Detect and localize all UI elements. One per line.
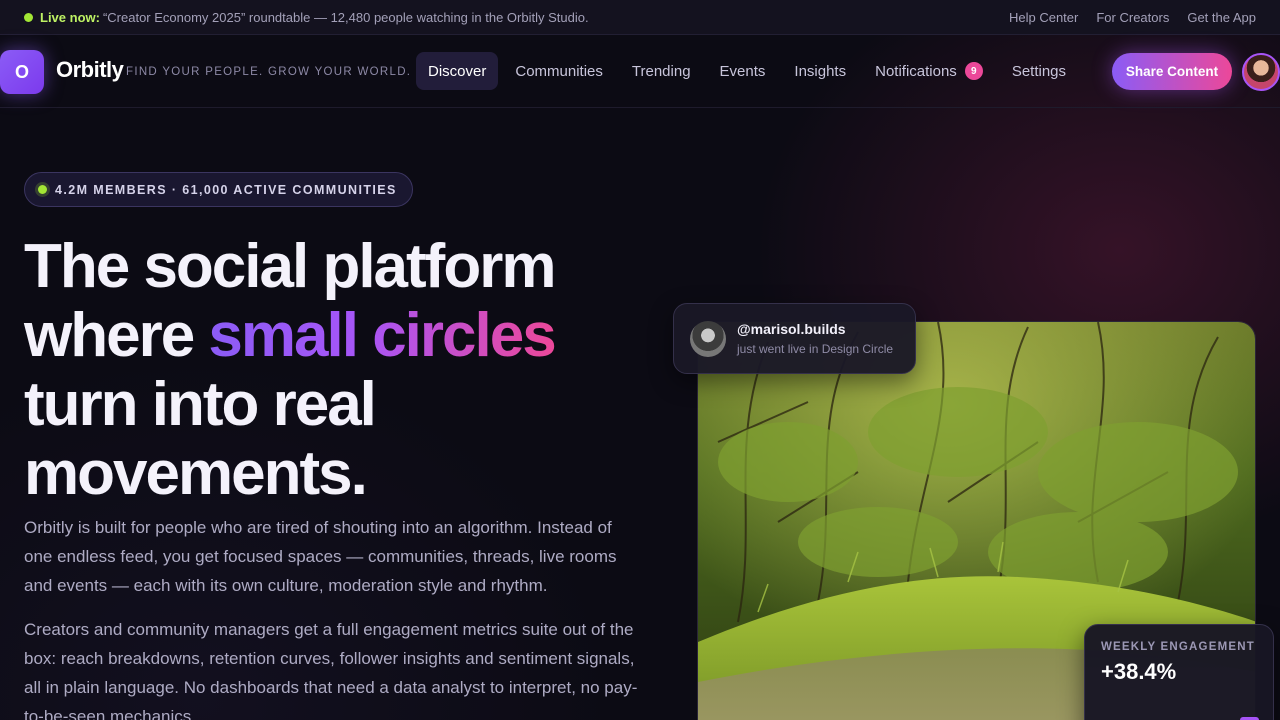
nav-item-events[interactable]: Events — [708, 52, 778, 90]
headline-line-3: turn into real — [24, 370, 377, 439]
brand-name[interactable]: Orbitly — [56, 57, 124, 83]
nav-item-label: Discover — [428, 62, 487, 80]
brand-tagline: FIND YOUR PEOPLE. GROW YOUR WORLD. — [126, 66, 412, 78]
hero-paragraph-1: Orbitly is built for people who are tire… — [24, 518, 617, 595]
nav-item-notifications[interactable]: Notifications 9 — [863, 52, 995, 90]
hero-paragraph-2: Creators and community managers get a fu… — [24, 620, 638, 720]
announcement-text: “Creator Economy 2025” roundtable — 12,4… — [102, 9, 589, 25]
for-creators-link[interactable]: For Creators — [1096, 10, 1169, 25]
headline-accent: small circles — [208, 301, 556, 370]
nav-item-settings[interactable]: Settings — [1000, 52, 1078, 90]
nav-item-label: Events — [719, 62, 766, 80]
announcement-message: Live now: “Creator Economy 2025” roundta… — [24, 10, 589, 25]
main-navigation: O Orbitly FIND YOUR PEOPLE. GROW YOUR WO… — [0, 35, 1280, 108]
stats-pill: 4.2M MEMBERS · 61,000 ACTIVE COMMUNITIES — [24, 172, 413, 207]
engagement-bar-chart — [1125, 713, 1261, 720]
nav-item-trending[interactable]: Trending — [620, 52, 703, 90]
nav-item-communities[interactable]: Communities — [503, 52, 615, 90]
live-label: Live now: — [40, 9, 100, 25]
streamer-avatar — [690, 320, 726, 357]
logo-icon[interactable]: O — [0, 50, 44, 94]
live-status-text: just went live in Design Circle — [737, 342, 894, 356]
nav-item-label: Insights — [794, 62, 847, 80]
hero-headline: The social platform where small circles … — [24, 232, 664, 508]
live-notification-card[interactable]: @marisol.builds just went live in Design… — [673, 303, 916, 374]
weekly-engagement-card: WEEKLY ENGAGEMENT +38.4% — [1084, 624, 1274, 720]
utility-links: Help Center For Creators Get the App — [1009, 10, 1256, 25]
live-card-text: @marisol.builds just went live in Design… — [737, 321, 893, 356]
help-center-link[interactable]: Help Center — [1009, 10, 1078, 25]
nav-item-label: Notifications — [875, 62, 957, 80]
nav-item-label: Settings — [1011, 62, 1067, 80]
get-the-app-link[interactable]: Get the App — [1187, 10, 1256, 25]
headline-line-2-pre: where — [24, 301, 209, 370]
nav-item-label: Communities — [515, 62, 603, 80]
streamer-handle: @marisol.builds — [737, 321, 846, 337]
announcement-bar: Live now: “Creator Economy 2025” roundta… — [0, 0, 1280, 35]
live-indicator-dot — [24, 12, 33, 22]
engagement-value: +38.4% — [1101, 659, 1177, 684]
user-avatar[interactable] — [1242, 53, 1280, 91]
status-dot-icon — [38, 185, 47, 194]
nav-links: Discover Communities Trending Events Ins… — [416, 52, 1083, 90]
nav-item-label: Trending — [631, 62, 691, 80]
headline-line-1: The social platform — [24, 232, 556, 301]
nav-item-discover[interactable]: Discover — [416, 52, 499, 90]
notification-count-badge: 9 — [964, 62, 983, 80]
engagement-label: WEEKLY ENGAGEMENT — [1101, 641, 1255, 653]
share-content-button[interactable]: Share Content — [1112, 53, 1232, 90]
stats-pill-text: 4.2M MEMBERS · 61,000 ACTIVE COMMUNITIES — [55, 182, 397, 197]
headline-line-4: movements. — [24, 439, 368, 508]
nav-item-insights[interactable]: Insights — [782, 52, 858, 90]
